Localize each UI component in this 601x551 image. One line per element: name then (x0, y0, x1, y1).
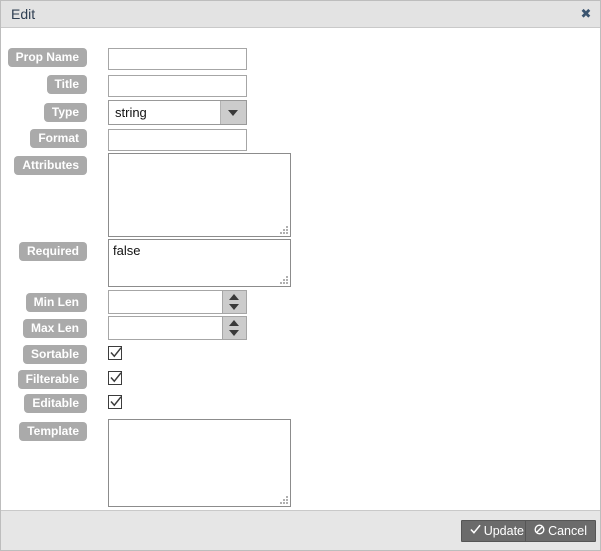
min-len-stepper[interactable] (108, 290, 247, 314)
label-cell: Min Len (1, 293, 87, 312)
check-icon (110, 372, 122, 383)
label-cell: Required (1, 242, 87, 261)
update-button-label: Update (483, 524, 524, 538)
resize-grip-icon[interactable] (279, 275, 288, 284)
prop-name-input[interactable] (108, 48, 247, 70)
check-icon (110, 396, 122, 407)
stepper-up-icon (229, 294, 239, 300)
sortable-checkbox[interactable] (108, 346, 122, 360)
field-cell (108, 129, 247, 151)
dialog-title: Edit (11, 6, 36, 22)
chevron-down-icon[interactable] (220, 101, 246, 124)
filterable-checkbox[interactable] (108, 371, 122, 385)
template-textarea[interactable] (108, 419, 291, 507)
label-cell: Editable (1, 394, 87, 413)
field-cell (108, 371, 122, 385)
field-label-prop-name: Prop Name (7, 48, 87, 67)
field-cell (108, 395, 122, 409)
edit-dialog: Edit ✖ Prop Name Title Type string Forma… (0, 0, 601, 551)
field-label-filterable: Filterable (17, 370, 87, 389)
field-label-title: Title (46, 75, 87, 94)
field-label-min-len: Min Len (25, 293, 87, 312)
field-label-attributes: Attributes (14, 156, 87, 175)
field-label-format: Format (30, 129, 87, 148)
dialog-footer: Update Cancel (1, 510, 600, 550)
field-label-type: Type (43, 103, 87, 122)
cancel-button[interactable]: Cancel (525, 520, 596, 542)
label-cell: Type (1, 103, 87, 122)
type-select[interactable]: string (108, 100, 247, 125)
label-cell: Attributes (1, 156, 87, 175)
field-label-max-len: Max Len (22, 319, 87, 338)
resize-grip-icon[interactable] (279, 495, 288, 504)
close-icon[interactable]: ✖ (578, 6, 594, 22)
field-cell: string (108, 100, 247, 125)
field-cell (108, 290, 247, 314)
stepper-buttons[interactable] (223, 290, 247, 314)
max-len-input[interactable] (108, 316, 223, 340)
field-label-sortable: Sortable (22, 345, 87, 364)
required-textarea-value: false (113, 243, 141, 258)
resize-grip-icon[interactable] (279, 225, 288, 234)
max-len-stepper[interactable] (108, 316, 247, 340)
label-cell: Title (1, 75, 87, 94)
label-cell: Filterable (1, 370, 87, 389)
label-cell: Template (1, 422, 87, 441)
check-icon (470, 521, 481, 541)
field-cell: false (108, 239, 291, 287)
field-cell (108, 346, 122, 360)
field-cell (108, 75, 247, 97)
label-cell: Max Len (1, 319, 87, 338)
dialog-titlebar: Edit ✖ (1, 1, 600, 28)
label-cell: Sortable (1, 345, 87, 364)
stepper-buttons[interactable] (223, 316, 247, 340)
stepper-up-icon (229, 320, 239, 326)
label-cell: Prop Name (1, 48, 87, 67)
stepper-down-icon (229, 304, 239, 310)
type-select-value: string (115, 105, 147, 120)
field-cell (108, 316, 247, 340)
label-cell: Format (1, 129, 87, 148)
title-input[interactable] (108, 75, 247, 97)
update-button[interactable]: Update (460, 520, 533, 542)
editable-checkbox[interactable] (108, 395, 122, 409)
format-input[interactable] (108, 129, 247, 151)
cancel-button-label: Cancel (548, 524, 587, 538)
field-cell (108, 153, 291, 237)
field-cell (108, 419, 291, 507)
field-label-template: Template (19, 422, 87, 441)
min-len-input[interactable] (108, 290, 223, 314)
no-entry-icon (534, 521, 545, 541)
field-label-editable: Editable (24, 394, 87, 413)
attributes-textarea[interactable] (108, 153, 291, 237)
field-cell (108, 48, 247, 70)
dialog-body: Prop Name Title Type string Format Attri… (1, 28, 600, 512)
field-label-required: Required (18, 242, 87, 261)
check-icon (110, 347, 122, 358)
stepper-down-icon (229, 330, 239, 336)
required-textarea[interactable]: false (108, 239, 291, 287)
